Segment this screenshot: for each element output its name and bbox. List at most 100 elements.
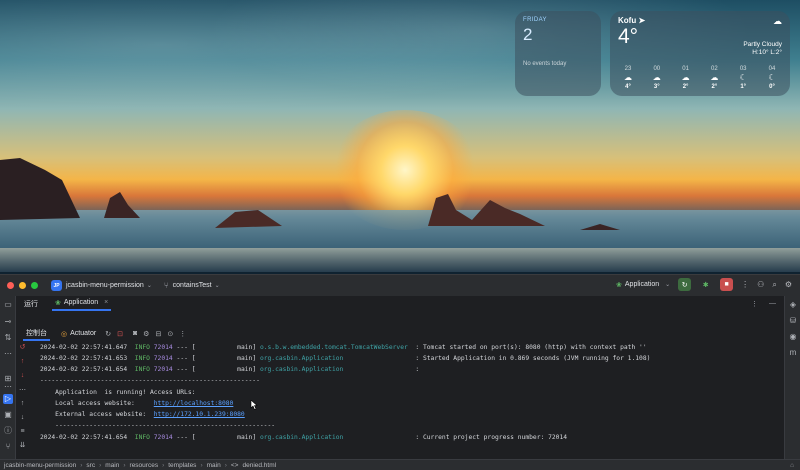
calendar-widget[interactable]: FRIDAY 2 No events today <box>515 11 601 96</box>
down-arrow-icon[interactable]: ↓ <box>18 371 27 380</box>
title-bar: JP jcasbin-menu-permission ⌄ ⑂ containsT… <box>0 275 800 296</box>
chevron-right-icon: › <box>80 462 83 469</box>
camera-icon[interactable]: ◙ <box>133 330 137 337</box>
breadcrumb-item[interactable]: main <box>207 462 221 469</box>
search-icon[interactable]: ⌕ <box>772 280 776 290</box>
calendar-weekday: FRIDAY <box>523 17 547 23</box>
more-icon[interactable]: ⋮ <box>751 300 758 308</box>
window-controls <box>7 282 38 289</box>
console-line: 2024-02-02 22:57:41.654 INFO 72014 --- [… <box>40 434 568 441</box>
left-tool-strip: ▭ ⊸ ⇅ ⋯ ⊞ ⋯ ▷ ▣ ⓘ ⑂ <box>0 296 16 470</box>
terminal-icon[interactable]: ▣ <box>3 410 13 420</box>
partly-cloudy-night-icon: ☁ <box>710 73 719 82</box>
spring-icon: ❀ <box>616 281 622 289</box>
folder-icon[interactable]: ▭ <box>3 300 13 310</box>
pin-icon[interactable]: ⊙ <box>167 330 173 338</box>
more-icon[interactable]: ⋮ <box>179 330 186 338</box>
rerun-button[interactable]: ↻ <box>678 278 692 291</box>
breadcrumb-item[interactable]: src <box>86 462 95 469</box>
run-tab-bar: 运行 ❀ Application × ⋮ — <box>16 296 784 311</box>
weather-hour: 00 ☁ 3° <box>645 66 669 90</box>
close-tab-icon[interactable]: × <box>104 299 108 306</box>
zoom-window-button[interactable] <box>31 282 38 289</box>
branch-name[interactable]: containsTest <box>173 282 212 289</box>
weather-hour: 01 ☁ 2° <box>674 66 698 90</box>
cloudy-moon-icon: ☁ <box>681 73 690 82</box>
run-panel-title: 运行 <box>24 300 38 308</box>
down-arrow-icon[interactable]: ↓ <box>18 413 27 422</box>
right-tool-strip: ◈ ⛁ ◉ m <box>784 296 800 470</box>
run-subtab-bar: 控制台 ◎ Actuator ↻ ⊡ ◙ ⚙ ⊟ ⊙ ⋮ <box>16 327 784 341</box>
minimize-panel-icon[interactable]: — <box>769 300 776 307</box>
weather-city: Kofu ➤ <box>618 16 646 25</box>
chevron-right-icon: › <box>200 462 203 469</box>
console-output[interactable]: 2024-02-02 22:57:41.647 INFO 72014 --- [… <box>30 341 784 458</box>
actuator-icon: ◎ <box>61 330 68 338</box>
tab-actuator[interactable]: ◎ Actuator <box>58 329 99 339</box>
close-window-button[interactable] <box>7 282 14 289</box>
weather-condition: Partly Cloudy <box>743 41 782 48</box>
console-separator: ----------------------------------------… <box>40 422 276 429</box>
location-arrow-icon: ➤ <box>638 16 646 25</box>
breadcrumb-item[interactable]: jcasbin-menu-permission <box>4 462 76 469</box>
console-separator: ----------------------------------------… <box>40 377 260 384</box>
status-widget-icon[interactable]: ⌂ <box>790 462 794 469</box>
refresh-icon[interactable]: ↻ <box>105 330 111 338</box>
moon-icon: ☾ <box>739 73 747 82</box>
run-tool-icon[interactable]: ▷ <box>3 394 13 404</box>
weather-hour: 02 ☁ 2° <box>702 66 726 90</box>
breadcrumb-item[interactable]: main <box>105 462 119 469</box>
rerun-icon[interactable]: ↺ <box>18 343 27 352</box>
export-icon[interactable]: ⊟ <box>155 330 161 338</box>
weather-hourly: 23 ☁ 4° 00 ☁ 3° 01 ☁ 2° 02 ☁ 2° 03 ☾ 1° 04 ☾ 0° <box>616 66 784 90</box>
maven-icon[interactable]: m <box>788 348 798 358</box>
status-bar: jcasbin-menu-permission › src › main › r… <box>0 459 800 470</box>
scroll-to-end-icon[interactable]: ⇊ <box>18 441 27 450</box>
more-icon[interactable]: ⋮ <box>741 280 749 289</box>
local-url-link[interactable]: http://localhost:8080 <box>154 400 234 407</box>
problems-icon[interactable]: ⓘ <box>3 426 13 436</box>
partly-cloudy-night-icon: ☁ <box>773 16 782 26</box>
chevron-down-icon[interactable]: ⌄ <box>215 282 220 289</box>
tab-application[interactable]: ❀ Application × <box>52 296 112 311</box>
chevron-right-icon: › <box>162 462 165 469</box>
user-icon[interactable]: ⚇ <box>757 280 764 289</box>
soft-wrap-icon[interactable]: ≡ <box>18 427 27 436</box>
weather-hour: 03 ☾ 1° <box>731 66 755 90</box>
external-url-link[interactable]: http://172.10.1.239:8080 <box>154 411 245 418</box>
breadcrumb-item[interactable]: resources <box>130 462 159 469</box>
gradle-icon[interactable]: ◉ <box>788 332 798 342</box>
notifications-icon[interactable]: ◈ <box>788 300 798 310</box>
more-icon[interactable]: ⋯ <box>18 386 27 395</box>
commit-icon[interactable]: ⊸ <box>3 317 13 327</box>
chevron-right-icon: › <box>123 462 126 469</box>
breadcrumb-item[interactable]: templates <box>168 462 196 469</box>
chevron-right-icon: › <box>99 462 102 469</box>
run-config-selector[interactable]: ❀ Application ⌄ <box>616 281 670 289</box>
chevron-down-icon[interactable]: ⌄ <box>147 282 152 289</box>
pull-request-icon[interactable]: ⇅ <box>3 333 13 343</box>
plugin-icon[interactable]: ⋯ <box>3 382 13 392</box>
toolbar-right: ❀ Application ⌄ ↻ ✱ ■ ⋮ ⚇ ⌕ ⚙ <box>616 278 792 291</box>
run-config-name: Application <box>624 281 660 288</box>
database-icon[interactable]: ⛁ <box>788 316 798 326</box>
weather-widget[interactable]: Kofu ➤ 4° ☁ Partly Cloudy H:10° L:2° 23 ☁… <box>610 11 790 96</box>
project-name[interactable]: jcasbin-menu-permission <box>66 282 144 289</box>
tab-console[interactable]: 控制台 <box>23 327 50 341</box>
html-file-icon: <> <box>230 462 239 469</box>
up-arrow-icon[interactable]: ↑ <box>18 399 27 408</box>
gear-icon[interactable]: ⚙ <box>143 330 149 338</box>
weather-hilo: H:10° L:2° <box>752 49 782 56</box>
exit-icon[interactable]: ⊡ <box>117 330 123 338</box>
settings-icon[interactable]: ⚙ <box>785 280 792 289</box>
chevron-down-icon: ⌄ <box>665 282 671 288</box>
git-icon[interactable]: ⑂ <box>3 442 13 452</box>
stop-button[interactable]: ■ <box>720 278 734 291</box>
project-badge[interactable]: JP <box>51 280 62 291</box>
tab-application-label: Application <box>63 299 99 306</box>
breadcrumb-item[interactable]: denied.html <box>242 462 276 469</box>
more-icon[interactable]: ⋯ <box>3 349 13 359</box>
debug-icon[interactable]: ✱ <box>699 278 712 291</box>
up-arrow-icon[interactable]: ↑ <box>18 357 27 366</box>
minimize-window-button[interactable] <box>19 282 26 289</box>
